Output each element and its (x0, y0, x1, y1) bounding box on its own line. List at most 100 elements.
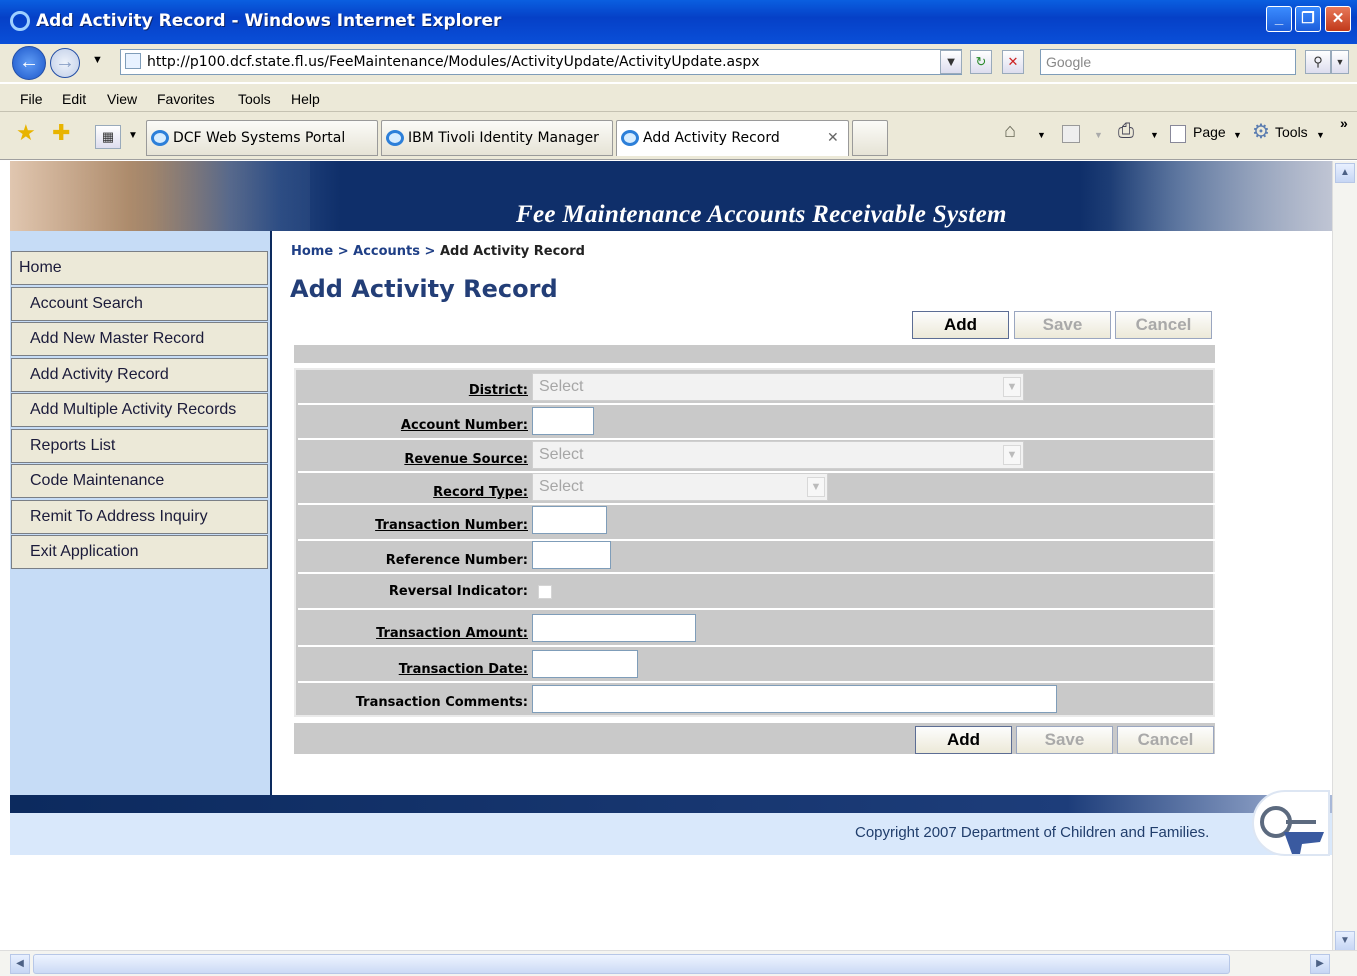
menu-favorites[interactable]: Favorites (157, 91, 215, 107)
row-transaction-amount: Transaction Amount: (298, 610, 1215, 647)
save-button-top[interactable]: Save (1014, 311, 1111, 339)
chevron-more-icon[interactable]: » (1340, 115, 1348, 131)
save-button-bottom[interactable]: Save (1016, 726, 1113, 754)
history-dropdown-icon[interactable]: ▼ (92, 54, 103, 66)
nav-code-maintenance[interactable]: Code Maintenance (11, 464, 268, 498)
print-icon[interactable]: ⎙ (1118, 120, 1134, 143)
tab-tivoli[interactable]: IBM Tivoli Identity Manager (381, 120, 613, 156)
tab-dcf-portal[interactable]: DCF Web Systems Portal (146, 120, 378, 156)
menu-view[interactable]: View (107, 91, 137, 107)
cancel-button-top[interactable]: Cancel (1115, 311, 1212, 339)
home-dropdown-icon[interactable]: ▼ (1037, 130, 1046, 140)
row-account-number: Account Number: (298, 405, 1215, 440)
cancel-button-bottom[interactable]: Cancel (1117, 726, 1214, 754)
scroll-up-icon[interactable]: ▲ (1335, 163, 1355, 183)
footer-bar (10, 795, 1332, 813)
tools-gear-icon[interactable]: ⚙ (1252, 119, 1270, 144)
breadcrumb-separator: > (333, 244, 354, 259)
stop-icon[interactable]: ✕ (1002, 50, 1024, 74)
forward-button[interactable]: → (50, 48, 80, 78)
nav-home[interactable]: Home (11, 251, 268, 285)
breadcrumb-current: Add Activity Record (439, 244, 585, 259)
horizontal-scrollbar[interactable]: ◀ ▶ (0, 950, 1357, 976)
chevron-down-icon: ▼ (807, 477, 825, 497)
ie-logo-icon (10, 11, 30, 31)
transaction-date-input[interactable] (532, 650, 638, 678)
nav-add-multiple-activity-records[interactable]: Add Multiple Activity Records (11, 393, 268, 427)
transaction-amount-input[interactable] (532, 614, 696, 642)
refresh-icon[interactable]: ↻ (970, 50, 992, 74)
favorites-star-icon[interactable]: ★ (16, 120, 36, 146)
nav-add-activity-record[interactable]: Add Activity Record (11, 358, 268, 392)
feeds-dropdown-icon[interactable]: ▼ (1094, 130, 1103, 140)
close-tab-icon[interactable]: ✕ (827, 121, 839, 155)
minimize-button[interactable]: _ (1266, 6, 1292, 32)
nav-reports-list[interactable]: Reports List (11, 429, 268, 463)
page-menu-icon[interactable] (1170, 125, 1186, 143)
vertical-scrollbar[interactable]: ▲ ▼ (1332, 161, 1357, 951)
page-dropdown-icon[interactable]: ▼ (1233, 130, 1242, 140)
feeds-icon[interactable] (1062, 125, 1080, 143)
url-input[interactable]: http://p100.dcf.state.fl.us/FeeMaintenan… (120, 49, 962, 75)
revenue-source-select[interactable]: Select ▼ (532, 441, 1024, 469)
menu-edit[interactable]: Edit (62, 91, 86, 107)
url-dropdown-icon[interactable]: ▼ (940, 50, 962, 74)
nav-label: Code Maintenance (30, 472, 165, 489)
row-transaction-comments: Transaction Comments: (298, 683, 1215, 715)
transaction-amount-label: Transaction Amount: (376, 626, 528, 641)
tab-label: DCF Web Systems Portal (173, 130, 346, 146)
nav-add-new-master-record[interactable]: Add New Master Record (11, 322, 268, 356)
banner-title: Fee Maintenance Accounts Receivable Syst… (516, 201, 1007, 228)
transaction-comments-input[interactable] (532, 685, 1057, 713)
add-favorite-icon[interactable]: ✚ (52, 120, 70, 146)
add-button-top[interactable]: Add (912, 311, 1009, 339)
breadcrumb: Home > Accounts > Add Activity Record (291, 244, 585, 259)
quick-tabs-icon[interactable]: ▦ (95, 125, 121, 149)
nav-label: Reports List (30, 437, 116, 454)
add-button-bottom[interactable]: Add (915, 726, 1012, 754)
reversal-indicator-label: Reversal Indicator: (388, 584, 528, 599)
nav-account-search[interactable]: Account Search (11, 287, 268, 321)
ie-tab-icon (151, 130, 169, 146)
menu-file[interactable]: File (20, 91, 43, 107)
record-type-select-value: Select (539, 478, 584, 495)
nav-label: Account Search (30, 295, 143, 312)
search-options-icon[interactable]: ▼ (1331, 50, 1349, 74)
close-window-button[interactable]: ✕ (1325, 6, 1351, 32)
district-select[interactable]: Select ▼ (532, 373, 1024, 401)
page-menu[interactable]: Page (1193, 124, 1226, 140)
tab-list-icon[interactable]: ▼ (128, 130, 138, 141)
breadcrumb-accounts-link[interactable]: Accounts (353, 244, 420, 259)
restore-button[interactable]: ❐ (1295, 6, 1321, 32)
print-dropdown-icon[interactable]: ▼ (1150, 130, 1159, 140)
record-type-label: Record Type: (433, 485, 528, 500)
district-label: District: (468, 383, 528, 398)
breadcrumb-home-link[interactable]: Home (291, 244, 333, 259)
tools-menu[interactable]: Tools (1275, 124, 1308, 140)
scroll-left-icon[interactable]: ◀ (10, 954, 30, 974)
search-icon[interactable]: ⚲ (1305, 50, 1331, 74)
account-number-input[interactable] (532, 407, 594, 435)
reversal-indicator-checkbox[interactable] (538, 585, 552, 599)
page-title: Add Activity Record (290, 275, 558, 303)
tab-add-activity-record[interactable]: Add Activity Record ✕ (616, 120, 849, 156)
reference-number-input[interactable] (532, 541, 611, 569)
menu-tools[interactable]: Tools (238, 91, 271, 107)
transaction-number-input[interactable] (532, 506, 607, 534)
back-button[interactable]: ← (12, 46, 46, 80)
horizontal-scroll-thumb[interactable] (33, 954, 1230, 974)
tools-dropdown-icon[interactable]: ▼ (1316, 130, 1325, 140)
window-titlebar: Add Activity Record - Windows Internet E… (0, 0, 1357, 44)
scroll-right-icon[interactable]: ▶ (1310, 954, 1330, 974)
new-tab-button[interactable] (852, 120, 888, 156)
row-reversal-indicator: Reversal Indicator: (298, 574, 1215, 610)
nav-exit-application[interactable]: Exit Application (11, 535, 268, 569)
row-reference-number: Reference Number: (298, 541, 1215, 574)
record-type-select[interactable]: Select ▼ (532, 473, 828, 501)
search-input[interactable]: Google (1040, 49, 1296, 75)
home-icon[interactable]: ⌂ (1004, 120, 1016, 143)
transaction-number-label: Transaction Number: (375, 518, 528, 533)
scroll-down-icon[interactable]: ▼ (1335, 931, 1355, 951)
menu-help[interactable]: Help (291, 91, 320, 107)
nav-remit-to-address-inquiry[interactable]: Remit To Address Inquiry (11, 500, 268, 534)
